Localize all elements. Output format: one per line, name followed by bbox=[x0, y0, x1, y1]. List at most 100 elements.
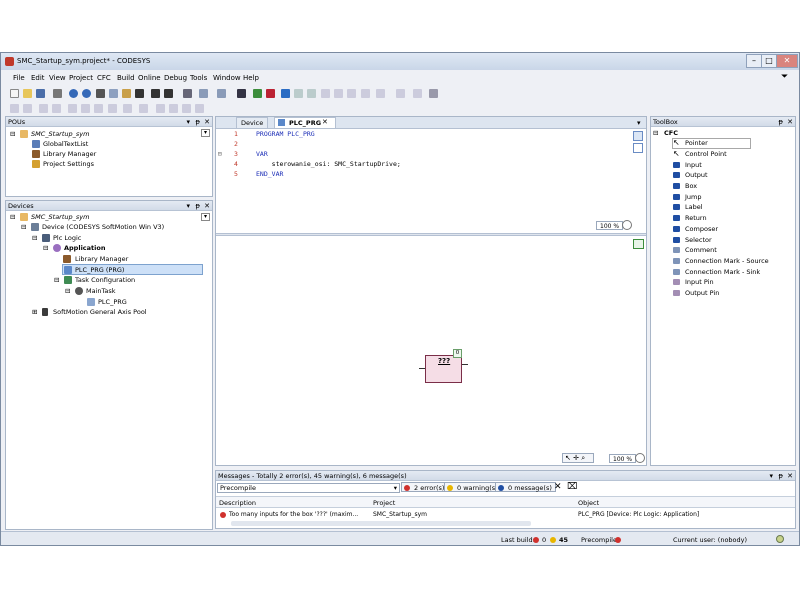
auto-hide-icon[interactable]: ᵽ bbox=[195, 117, 200, 127]
zoom-level-bottom[interactable]: 100 % bbox=[609, 454, 637, 463]
cfc-tool-icon[interactable] bbox=[123, 104, 132, 113]
close-panel-icon[interactable]: ✕ bbox=[204, 117, 210, 127]
tab-device[interactable]: Device bbox=[236, 117, 269, 128]
pin-icon[interactable]: ▾ bbox=[186, 201, 190, 211]
tree-item-project[interactable]: SMC_Startup_sym bbox=[31, 212, 89, 222]
toggle-toolbox-icon[interactable] bbox=[633, 239, 644, 249]
close-tab-icon[interactable]: ✕ bbox=[322, 118, 328, 126]
horizontal-scrollbar[interactable] bbox=[231, 521, 531, 526]
tree-item-globaltextlist[interactable]: GlobalTextList bbox=[43, 139, 88, 149]
tree-expander[interactable]: ⊟ bbox=[10, 212, 15, 222]
pointer-tools[interactable]: ↖ ✛ ⌕ bbox=[562, 453, 594, 463]
logout-icon[interactable] bbox=[266, 89, 275, 98]
cfc-tool-icon[interactable] bbox=[52, 104, 61, 113]
cfc-box[interactable]: ??? bbox=[425, 355, 462, 383]
cfc-tool-icon[interactable] bbox=[139, 104, 148, 113]
tree-item-project-settings[interactable]: Project Settings bbox=[43, 159, 94, 169]
tool-input[interactable]: Input bbox=[673, 160, 702, 170]
rebuild-icon[interactable] bbox=[217, 89, 226, 98]
code-line[interactable]: END_VAR bbox=[256, 169, 283, 179]
filter-icon[interactable]: ⏷ bbox=[781, 72, 788, 82]
cfc-tool-icon[interactable] bbox=[195, 104, 204, 113]
tree-item-project[interactable]: SMC_Startup_sym bbox=[31, 129, 89, 139]
tree-item-task-configuration[interactable]: Task Configuration bbox=[75, 275, 135, 285]
tabular-view-icon[interactable] bbox=[633, 143, 643, 153]
menu-help[interactable]: Help bbox=[243, 74, 259, 82]
code-line[interactable]: sterowanie_osi: SMC_StartupDrive; bbox=[256, 159, 401, 169]
redo-icon[interactable] bbox=[82, 89, 91, 98]
menu-project[interactable]: Project bbox=[69, 74, 93, 82]
code-line[interactable]: VAR bbox=[256, 149, 268, 159]
output-connector[interactable] bbox=[462, 364, 468, 365]
zoom-icon[interactable] bbox=[622, 220, 632, 230]
device-icon[interactable] bbox=[237, 89, 246, 98]
column-project[interactable]: Project bbox=[373, 499, 395, 507]
dropdown-icon[interactable]: ▾ bbox=[201, 129, 210, 137]
tree-expander[interactable]: ⊟ bbox=[10, 129, 15, 139]
zoom-icon[interactable]: ⌕ bbox=[581, 454, 585, 462]
menu-tools[interactable]: Tools bbox=[190, 74, 207, 82]
find-icon[interactable] bbox=[151, 89, 160, 98]
new-file-icon[interactable] bbox=[10, 89, 19, 98]
pin-icon[interactable]: ▾ bbox=[186, 117, 190, 127]
code-line[interactable]: PROGRAM PLC_PRG bbox=[256, 129, 315, 139]
auto-hide-icon[interactable]: ᵽ bbox=[195, 201, 200, 211]
errors-filter[interactable]: 2 error(s) bbox=[401, 482, 449, 492]
message-source-select[interactable]: Precompile ▾ bbox=[217, 483, 400, 493]
reset-icon[interactable] bbox=[307, 89, 316, 98]
tree-expander[interactable]: ⊟ bbox=[54, 275, 59, 285]
tool-output[interactable]: Output bbox=[673, 170, 708, 180]
menu-build[interactable]: Build bbox=[117, 74, 135, 82]
tree-item-plc-prg-call[interactable]: PLC_PRG bbox=[98, 297, 127, 307]
cfc-tool-icon[interactable] bbox=[108, 104, 117, 113]
table-row[interactable]: Too many inputs for the box '???' (maxim… bbox=[216, 509, 795, 520]
tool-box[interactable]: Box bbox=[673, 181, 697, 191]
zoom-level-top[interactable]: 100 % bbox=[596, 221, 624, 230]
tree-expander[interactable]: ⊟ bbox=[65, 286, 70, 296]
pointer-icon[interactable]: ↖ bbox=[565, 454, 571, 462]
step-into-icon[interactable] bbox=[334, 89, 343, 98]
start-icon[interactable] bbox=[281, 89, 290, 98]
paste-icon[interactable] bbox=[122, 89, 131, 98]
pan-icon[interactable]: ✛ bbox=[573, 454, 579, 462]
tree-expander[interactable]: ⊟ bbox=[21, 222, 26, 232]
tool-input-pin[interactable]: Input Pin bbox=[673, 277, 714, 287]
tree-expander[interactable]: ⊞ bbox=[32, 307, 37, 317]
close-window-button[interactable]: ✕ bbox=[776, 54, 798, 68]
tree-expander[interactable]: ⊟ bbox=[32, 233, 37, 243]
menu-online[interactable]: Online bbox=[138, 74, 161, 82]
tool-connection-mark-source[interactable]: Connection Mark - Source bbox=[673, 256, 769, 266]
auto-hide-icon[interactable]: ᵽ bbox=[778, 471, 783, 481]
close-panel-icon[interactable]: ✕ bbox=[787, 117, 793, 127]
pin-icon[interactable]: ▾ bbox=[769, 471, 773, 481]
tool-jump[interactable]: Jump bbox=[673, 192, 702, 202]
cut-icon[interactable] bbox=[96, 89, 105, 98]
cfc-tool-icon[interactable] bbox=[10, 104, 19, 113]
tool-composer[interactable]: Composer bbox=[673, 224, 718, 234]
step-over-icon[interactable] bbox=[321, 89, 330, 98]
dropdown-icon[interactable]: ▾ bbox=[201, 213, 210, 221]
step-out-icon[interactable] bbox=[347, 89, 356, 98]
close-panel-icon[interactable]: ✕ bbox=[787, 471, 793, 481]
declaration-editor[interactable]: 1 PROGRAM PLC_PRG 2 ⊟ 3 VAR 4 sterowanie… bbox=[216, 129, 646, 233]
tool-output-pin[interactable]: Output Pin bbox=[673, 288, 719, 298]
menu-cfc[interactable]: CFC bbox=[97, 74, 111, 82]
tree-item-library-manager[interactable]: Library Manager bbox=[75, 254, 128, 264]
cfc-canvas[interactable]: ??? 0 ↖ ✛ ⌕ 100 % bbox=[216, 237, 646, 465]
undo-icon[interactable] bbox=[69, 89, 78, 98]
tree-item-library-manager[interactable]: Library Manager bbox=[43, 149, 96, 159]
tool-connection-mark-sink[interactable]: Connection Mark - Sink bbox=[673, 267, 760, 277]
copy-icon[interactable] bbox=[109, 89, 118, 98]
messages-filter[interactable]: 0 message(s) bbox=[495, 482, 556, 492]
close-panel-icon[interactable]: ✕ bbox=[204, 201, 210, 211]
category-expander[interactable]: ⊟ bbox=[653, 128, 658, 138]
shield-icon[interactable] bbox=[776, 535, 784, 543]
menu-view[interactable]: View bbox=[49, 74, 66, 82]
select-all-icon[interactable] bbox=[183, 89, 192, 98]
force-values-icon[interactable] bbox=[413, 89, 422, 98]
cfc-tool-icon[interactable] bbox=[169, 104, 178, 113]
maximize-button[interactable]: □ bbox=[761, 54, 777, 68]
textual-view-icon[interactable] bbox=[633, 131, 643, 141]
tree-item-application[interactable]: Application bbox=[64, 243, 105, 253]
column-object[interactable]: Object bbox=[578, 499, 599, 507]
